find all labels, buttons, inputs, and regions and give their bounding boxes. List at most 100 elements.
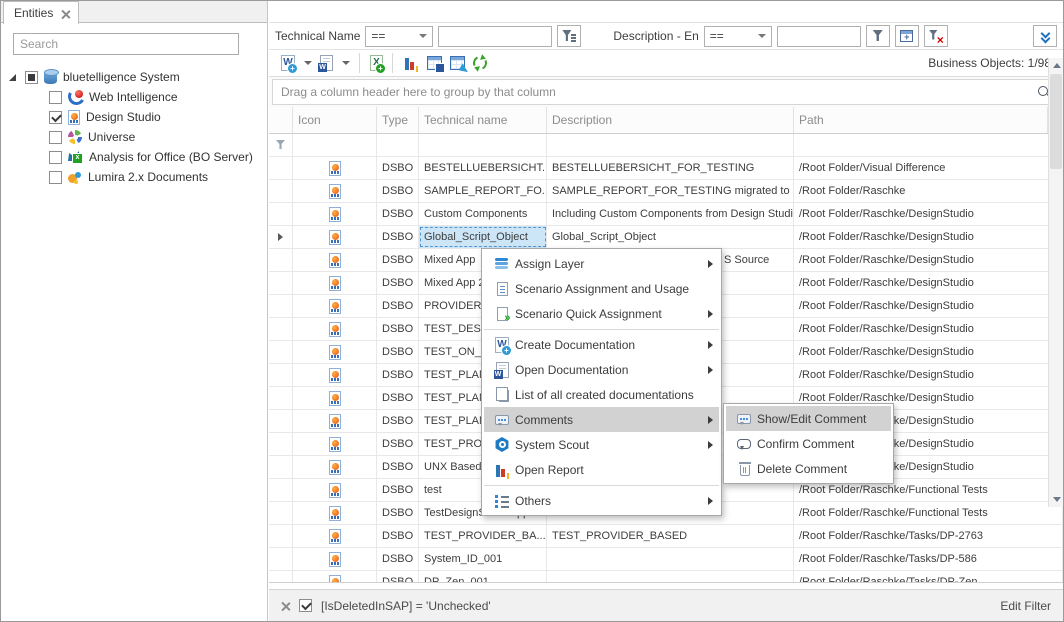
cell-description[interactable]: SAMPLE_REPORT_FOR_TESTING migrated to sa… [547, 180, 794, 202]
filter1-value-input[interactable] [438, 26, 552, 47]
tab-entities[interactable]: Entities [3, 1, 79, 24]
tree-item-checkbox[interactable] [49, 111, 62, 124]
cell-path[interactable]: /Root Folder/Raschke/DesignStudio [794, 203, 1063, 225]
close-icon[interactable] [61, 9, 70, 18]
cell-technical-name[interactable]: SAMPLE_REPORT_FO... [419, 180, 547, 202]
toolbar-button[interactable] [316, 53, 354, 73]
filter2-value-input[interactable] [777, 26, 861, 47]
cell-technical-name[interactable]: DP_Zen_001 [419, 571, 547, 583]
scrollbar-thumb[interactable] [1050, 74, 1062, 169]
cell-type[interactable]: DSBO [377, 525, 419, 547]
column-header-icon[interactable]: Icon [293, 107, 377, 133]
column-header-description[interactable]: Description [547, 107, 794, 133]
cell-path[interactable]: /Root Folder/Raschke/DesignStudio [794, 295, 1063, 317]
toolbar-button[interactable] [392, 53, 423, 73]
chevron-down-icon[interactable] [342, 61, 350, 65]
group-by-drop-area[interactable]: Drag a column header here to group by th… [272, 79, 1060, 105]
tree-item[interactable]: Analysis for Office (BO Server) [1, 147, 267, 167]
cell-icon[interactable] [293, 525, 377, 547]
cell-technical-name[interactable]: Global_Script_Object [419, 226, 547, 248]
toolbar-button[interactable] [423, 54, 446, 72]
cell-type[interactable]: DSBO [377, 295, 419, 317]
tree-item[interactable]: Web Intelligence [1, 87, 267, 107]
cell-type[interactable]: DSBO [377, 571, 419, 583]
cell-icon[interactable] [293, 433, 377, 455]
context-menu-item[interactable]: Scenario Assignment and Usage [484, 276, 719, 301]
root-checkbox[interactable] [25, 71, 38, 84]
cell-type[interactable]: DSBO [377, 272, 419, 294]
table-row[interactable]: DSBO BESTELLUEBERSICHT... BESTELLUEBERSI… [269, 157, 1063, 180]
cell-path[interactable]: /Root Folder/Raschke/DesignStudio [794, 364, 1063, 386]
context-menu-item[interactable]: List of all created documentations [484, 382, 719, 407]
vertical-scrollbar[interactable] [1048, 58, 1063, 507]
cell-description[interactable] [547, 571, 794, 583]
filter-cell[interactable] [547, 134, 794, 156]
cell-path[interactable]: /Root Folder/Visual Difference [794, 157, 1063, 179]
cell-icon[interactable] [293, 571, 377, 583]
cell-path[interactable]: /Root Folder/Raschke/DesignStudio [794, 272, 1063, 294]
table-row[interactable]: DSBO DP_Zen_001 /Root Folder/Raschke/Tas… [269, 571, 1063, 583]
tree-item[interactable]: Universe [1, 127, 267, 147]
cell-description[interactable]: Including Custom Components from Design … [547, 203, 794, 225]
tree-item[interactable]: Design Studio [1, 107, 267, 127]
cell-icon[interactable] [293, 272, 377, 294]
tree-item-root[interactable]: bluetelligence System [1, 67, 267, 87]
cell-icon[interactable] [293, 249, 377, 271]
cell-technical-name[interactable]: TEST_PROVIDER_BA... [419, 525, 547, 547]
apply-filter-button[interactable] [866, 25, 890, 47]
cell-icon[interactable] [293, 226, 377, 248]
table-row[interactable]: DSBO TEST_PROVIDER_BA... TEST_PROVIDER_B… [269, 525, 1063, 548]
cell-technical-name[interactable]: System_ID_001 [419, 548, 547, 570]
cell-technical-name[interactable]: Custom Components [419, 203, 547, 225]
edit-filter-link[interactable]: Edit Filter [1000, 599, 1051, 613]
cell-icon[interactable] [293, 203, 377, 225]
column-header-path[interactable]: Path [794, 107, 1048, 133]
toolbar-button[interactable] [359, 53, 387, 73]
cell-icon[interactable] [293, 157, 377, 179]
cell-type[interactable]: DSBO [377, 433, 419, 455]
filter-cell[interactable] [377, 134, 419, 156]
cell-icon[interactable] [293, 180, 377, 202]
context-menu-item[interactable]: Create Documentation [484, 329, 719, 357]
column-header-type[interactable]: Type [377, 107, 419, 133]
table-row[interactable]: DSBO Custom Components Including Custom … [269, 203, 1063, 226]
search-input[interactable] [13, 33, 239, 55]
cell-description[interactable]: TEST_PROVIDER_BASED [547, 525, 794, 547]
table-row[interactable]: DSBO Global_Script_Object Global_Script_… [269, 226, 1063, 249]
filter-enabled-checkbox[interactable] [299, 599, 312, 612]
context-menu-item[interactable]: Open Documentation [484, 357, 719, 382]
cell-type[interactable]: DSBO [377, 249, 419, 271]
cell-icon[interactable] [293, 387, 377, 409]
cell-icon[interactable] [293, 364, 377, 386]
cell-path[interactable]: /Root Folder/Raschke/Tasks/DP-586 [794, 548, 1063, 570]
cell-description[interactable]: Global_Script_Object [547, 226, 794, 248]
cell-icon[interactable] [293, 456, 377, 478]
expander-icon[interactable] [9, 74, 16, 81]
cell-icon[interactable] [293, 410, 377, 432]
table-row[interactable]: DSBO System_ID_001 /Root Folder/Raschke/… [269, 548, 1063, 571]
cell-path[interactable]: /Root Folder/Raschke/DesignStudio [794, 341, 1063, 363]
cell-icon[interactable] [293, 502, 377, 524]
context-menu-item[interactable]: Assign Layer [484, 251, 719, 276]
customize-filter-button[interactable] [895, 25, 919, 47]
remove-filter-icon[interactable] [281, 601, 290, 610]
toolbar-button[interactable] [446, 54, 469, 72]
cell-path[interactable]: /Root Folder/Raschke/DesignStudio [794, 318, 1063, 340]
table-row[interactable]: DSBO SAMPLE_REPORT_FO... SAMPLE_REPORT_F… [269, 180, 1063, 203]
filter1-menu-button[interactable] [557, 25, 581, 47]
clear-filter-button[interactable] [924, 25, 948, 47]
cell-icon[interactable] [293, 341, 377, 363]
cell-type[interactable]: DSBO [377, 410, 419, 432]
cell-path[interactable]: /Root Folder/Raschke/Functional Tests [794, 502, 1063, 524]
submenu-item[interactable]: Confirm Comment [726, 431, 891, 456]
context-menu-item[interactable]: Others [484, 485, 719, 513]
cell-type[interactable]: DSBO [377, 387, 419, 409]
cell-path[interactable]: /Root Folder/Raschke/DesignStudio [794, 249, 1063, 271]
filter-cell[interactable] [293, 134, 377, 156]
filter1-operator-select[interactable]: == [365, 26, 433, 47]
context-menu-item[interactable]: Open Report [484, 457, 719, 482]
filter-cell[interactable] [419, 134, 547, 156]
cell-icon[interactable] [293, 479, 377, 501]
tree-item-checkbox[interactable] [49, 91, 62, 104]
auto-filter-row[interactable] [269, 134, 1063, 157]
